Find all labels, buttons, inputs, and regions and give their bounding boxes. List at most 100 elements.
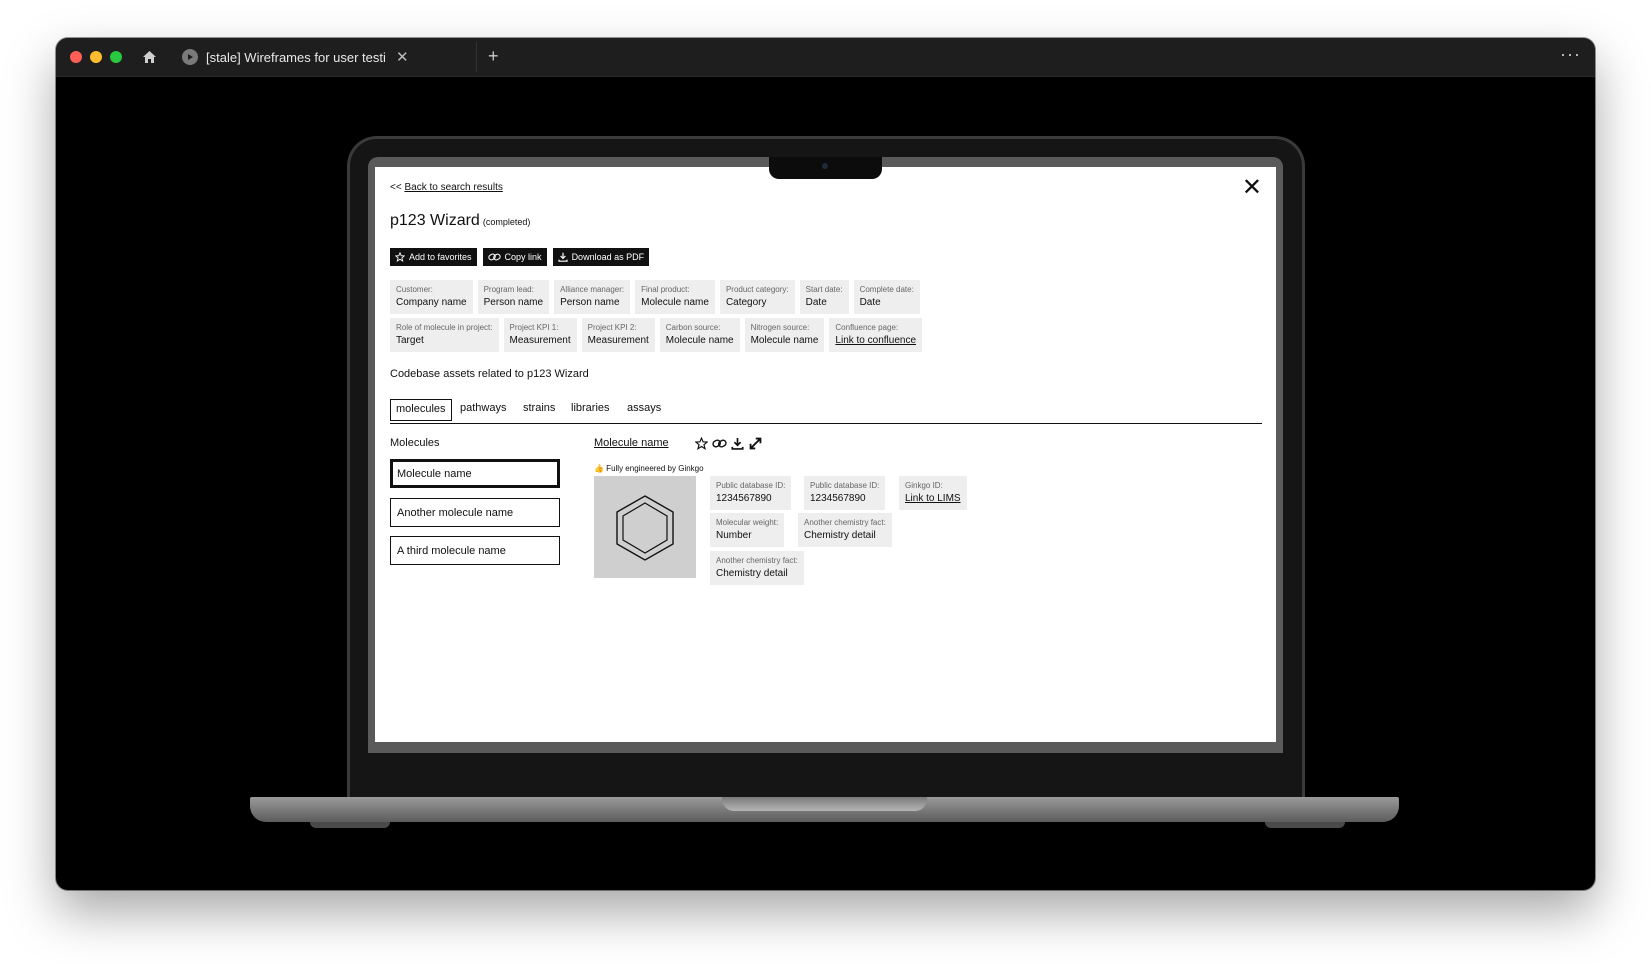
download-icon [557, 252, 568, 262]
new-tab-icon[interactable]: + [488, 46, 499, 67]
meta-start-date: Start date: Date [799, 280, 849, 314]
add-to-favorites-button[interactable]: Add to favorites [390, 248, 477, 266]
expand-icon[interactable] [749, 437, 762, 450]
lims-link[interactable]: Link to LIMS [905, 491, 961, 506]
status-badge: (completed) [482, 217, 531, 227]
meta-kpi-2: Project KPI 2: Measurement [581, 318, 655, 352]
back-to-search-link[interactable]: Back to search results [404, 182, 502, 193]
fact-value: Chemistry detail [716, 568, 788, 579]
laptop-foot [1265, 822, 1345, 828]
tab-strains[interactable]: strains [518, 399, 560, 420]
molecules-heading: Molecules [390, 437, 440, 449]
back-prefix: << [390, 182, 402, 193]
fact-label: Molecular weight: [716, 518, 779, 527]
close-window-button[interactable] [70, 51, 82, 63]
meta-label: Project KPI 1: [509, 323, 559, 332]
molecule-detail-name[interactable]: Molecule name [594, 437, 669, 449]
copy-link-button[interactable]: Copy link [482, 248, 547, 266]
meta-value: Molecule name [665, 335, 734, 346]
meta-kpi-1: Project KPI 1: Measurement [503, 318, 577, 352]
asset-tabs: molecules pathways strains libraries ass… [390, 399, 1262, 424]
meta-label: Complete date: [859, 285, 914, 294]
star-icon [395, 252, 405, 262]
fact-label: Public database ID: [716, 481, 786, 490]
meta-label: Confluence page: [835, 323, 899, 332]
meta-product-category: Product category: Category [719, 280, 795, 314]
fact-label: Another chemistry fact: [716, 556, 798, 565]
meta-value: Date [805, 297, 827, 308]
fact-label: Public database ID: [810, 481, 880, 490]
meta-value: Measurement [587, 335, 649, 346]
more-menu-icon[interactable]: ··· [1560, 44, 1581, 65]
tab-assays[interactable]: assays [622, 399, 666, 420]
meta-label: Project KPI 2: [587, 323, 637, 332]
tab-libraries[interactable]: libraries [566, 399, 615, 420]
close-tab-icon[interactable]: ✕ [396, 48, 409, 66]
copy-link-label: Copy link [504, 252, 542, 262]
meta-carbon-source: Carbon source: Molecule name [659, 318, 740, 352]
meta-value: Category [725, 297, 767, 308]
laptop-screen: << Back to search results ✕ p123 Wizard(… [375, 167, 1276, 742]
meta-value: Company name [396, 297, 467, 308]
meta-value: Date [859, 297, 881, 308]
meta-complete-date: Complete date: Date [853, 280, 920, 314]
meta-label: Carbon source: [665, 323, 721, 332]
laptop-base-notch [722, 797, 927, 811]
action-buttons: Add to favorites Copy link Download as P… [390, 248, 650, 266]
meta-label: Start date: [805, 285, 843, 294]
molecule-list-item[interactable]: Another molecule name [390, 498, 560, 527]
download-pdf-label: Download as PDF [571, 252, 645, 262]
link-icon[interactable] [712, 437, 727, 450]
confluence-link[interactable]: Link to confluence [835, 333, 916, 348]
laptop-foot [310, 822, 390, 828]
meta-label: Role of molecule in project: [396, 323, 493, 332]
tab-pathways[interactable]: pathways [455, 399, 511, 420]
breadcrumb: << Back to search results [390, 182, 503, 193]
fact-value: Number [716, 530, 752, 541]
title-bar: [stale] Wireframes for user testing ✕ + … [56, 38, 1595, 77]
fact-value: Chemistry detail [804, 530, 876, 541]
fact-label: Another chemistry fact: [804, 518, 886, 527]
meta-label: Product category: [725, 285, 789, 294]
meta-alliance-manager: Alliance manager: Person name [554, 280, 631, 314]
zoom-window-button[interactable] [110, 51, 122, 63]
camera-notch [769, 157, 882, 179]
fact-ginkgo-id: Ginkgo ID: Link to LIMS [899, 476, 967, 510]
download-icon[interactable] [731, 437, 744, 450]
meta-value: Person name [560, 297, 620, 308]
assets-section-title: Codebase assets related to p123 Wizard [390, 368, 589, 380]
meta-value: Measurement [509, 335, 571, 346]
meta-label: Final product: [641, 285, 690, 294]
camera-icon [822, 163, 828, 169]
meta-value: Person name [483, 297, 544, 308]
meta-final-product: Final product: Molecule name [635, 280, 715, 314]
minimize-window-button[interactable] [90, 51, 102, 63]
molecule-structure-image [594, 476, 696, 578]
close-icon[interactable]: ✕ [1242, 176, 1262, 200]
meta-label: Nitrogen source: [750, 323, 810, 332]
fact-public-db-id: Public database ID: 1234567890 [710, 476, 792, 510]
meta-customer: Customer: Company name [390, 280, 473, 314]
meta-program-lead: Program lead: Person name [477, 280, 550, 314]
meta-label: Alliance manager: [560, 285, 625, 294]
meta-value: Molecule name [641, 297, 709, 308]
meta-value: Molecule name [750, 335, 819, 346]
fact-chemistry: Another chemistry fact: Chemistry detail [710, 551, 804, 585]
project-meta-row-1: Customer: Company name Program lead: Perso… [390, 280, 920, 314]
star-icon[interactable] [695, 437, 708, 450]
browser-tab[interactable]: [stale] Wireframes for user testing ✕ [174, 42, 477, 72]
tab-title: [stale] Wireframes for user testing [206, 49, 386, 65]
home-icon[interactable] [136, 45, 162, 69]
link-icon [487, 253, 501, 261]
page-title: p123 Wizard (completed) [390, 212, 530, 230]
molecule-list-item[interactable]: A third molecule name [390, 536, 560, 565]
add-to-favorites-label: Add to favorites [409, 252, 472, 262]
meta-confluence-page: Confluence page: Link to confluence [829, 318, 923, 352]
meta-value: Target [396, 335, 424, 346]
molecule-list-item[interactable]: Molecule name [390, 459, 560, 488]
project-meta-row-2: Role of molecule in project: Target Proje… [390, 318, 923, 352]
fact-value: 1234567890 [810, 493, 866, 504]
tab-molecules[interactable]: molecules [390, 399, 452, 421]
download-pdf-button[interactable]: Download as PDF [552, 248, 650, 266]
fact-chemistry: Another chemistry fact: Chemistry detail [798, 513, 892, 547]
